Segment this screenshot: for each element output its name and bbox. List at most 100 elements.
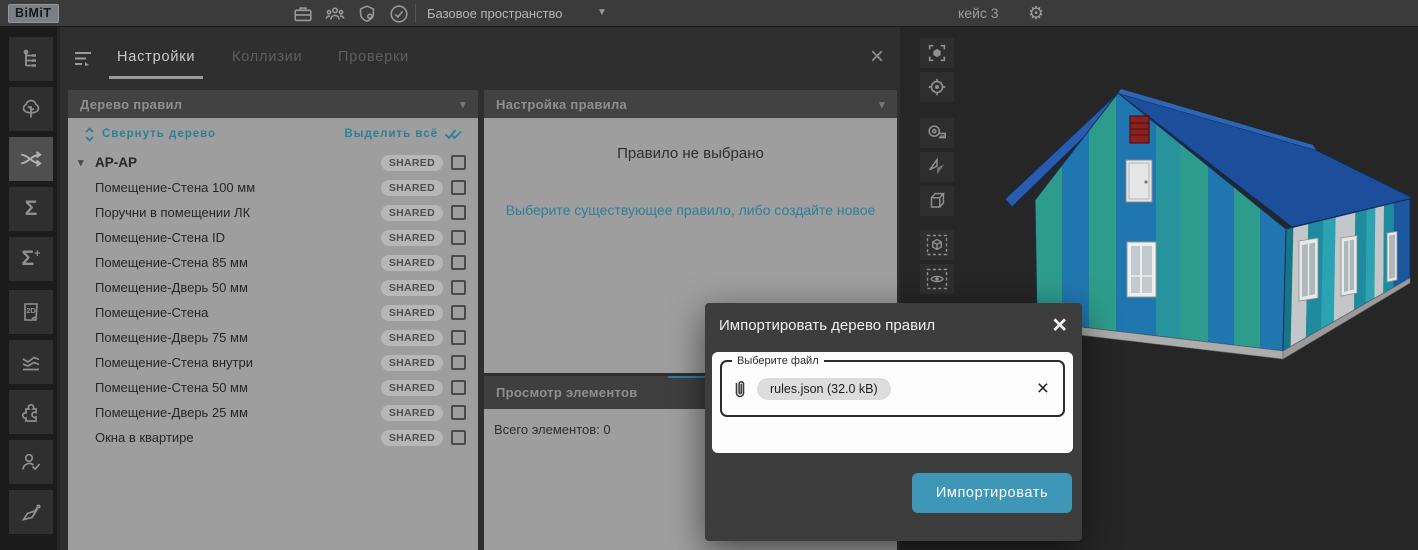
collapse-tree-button[interactable]: Свернуть дерево (102, 128, 216, 140)
workspace-selector[interactable]: Базовое пространство (427, 6, 563, 21)
file-input-field[interactable]: Выберите файл rules.json (32.0 kB) × (720, 360, 1065, 417)
item-checkbox[interactable] (451, 430, 466, 445)
shared-badge: SHARED (381, 380, 443, 396)
item-checkbox[interactable] (451, 255, 466, 270)
item-checkbox[interactable] (451, 330, 466, 345)
briefcase-icon[interactable] (292, 3, 314, 25)
section-box-button[interactable] (920, 186, 954, 216)
elements-total-label: Всего элементов: 0 (494, 422, 611, 437)
tree-item-label: Помещение-Стена 100 мм (95, 180, 255, 195)
hierarchy-icon (19, 47, 43, 71)
section-box-icon (926, 190, 948, 212)
dialog-close-icon[interactable]: × (1052, 311, 1067, 340)
select-all-button[interactable]: Выделить всё (344, 128, 438, 140)
paperclip-icon (732, 377, 748, 401)
item-checkbox[interactable] (451, 230, 466, 245)
tree-item-row[interactable]: Помещение-Дверь 50 ммSHARED (68, 275, 478, 300)
double-check-icon[interactable] (444, 128, 464, 141)
tree-item-row[interactable]: Помещение-Дверь 75 ммSHARED (68, 325, 478, 350)
section-plane-button[interactable] (920, 152, 954, 182)
tree-item-row[interactable]: Помещение-Стена 50 ммSHARED (68, 375, 478, 400)
item-checkbox[interactable] (451, 380, 466, 395)
rules-tree-header[interactable]: Дерево правил ▾ (68, 90, 478, 118)
sidebar-item-hierarchy[interactable] (9, 37, 53, 81)
sidebar-item-2d[interactable]: 2D (9, 290, 53, 334)
tree-item-label: Помещение-Стена внутри (95, 355, 253, 370)
sidebar-item-sigma-plus[interactable]: Σ+ (9, 237, 53, 281)
clear-file-icon[interactable]: × (1037, 379, 1049, 399)
shared-badge: SHARED (381, 180, 443, 196)
workspace-dropdown-icon[interactable]: ▼ (597, 7, 607, 18)
item-checkbox[interactable] (451, 280, 466, 295)
app-root: BiMiT Базовое пространство ▼ кейс 3 ⚙ (0, 0, 1418, 550)
sidebar-item-user-check[interactable] (9, 440, 53, 484)
tree-root-label: АР-АР (95, 155, 137, 170)
expand-caret-icon[interactable]: ▾ (78, 156, 95, 169)
shield-icon[interactable] (356, 3, 378, 25)
tab-settings[interactable]: Настройки (109, 49, 203, 79)
visibility-button[interactable] (920, 264, 954, 294)
tab-checks[interactable]: Проверки (330, 49, 417, 76)
measure-button[interactable] (920, 118, 954, 148)
visibility-eye-icon (925, 267, 949, 291)
sidebar-item-shuffle[interactable] (9, 137, 53, 181)
section-plane-icon (926, 156, 948, 178)
file-card: Выберите файл rules.json (32.0 kB) × (712, 352, 1073, 453)
sidebar-item-trowel[interactable] (9, 490, 53, 534)
item-checkbox[interactable] (451, 155, 466, 170)
tree-item-row[interactable]: Помещение-Стена IDSHARED (68, 225, 478, 250)
building-door (1126, 160, 1152, 202)
rule-empty-hint-link[interactable]: Выберите существующее правило, либо созд… (484, 202, 897, 218)
tree-item-row[interactable]: Окна в квартиреSHARED (68, 425, 478, 450)
tree-item-label: Помещение-Дверь 25 мм (95, 405, 248, 420)
tree-item-label: Помещение-Стена ID (95, 230, 225, 245)
tree-item-label: Помещение-Стена (95, 305, 208, 320)
waves-chart-icon (19, 350, 43, 374)
locate-icon (926, 76, 948, 98)
rule-settings-header[interactable]: Настройка правила ▾ (484, 90, 897, 118)
item-checkbox[interactable] (451, 355, 466, 370)
tree-item-row[interactable]: Поручни в помещении ЛКSHARED (68, 200, 478, 225)
svg-text:2D: 2D (26, 306, 36, 315)
isolate-cube-icon (925, 233, 949, 257)
item-checkbox[interactable] (451, 405, 466, 420)
tab-collisions[interactable]: Коллизии (224, 49, 310, 76)
sidebar-item-plugins[interactable] (9, 390, 53, 434)
item-checkbox[interactable] (451, 180, 466, 195)
sidebar-item-waves[interactable] (9, 340, 53, 384)
puzzle-icon (19, 400, 43, 424)
tree-item-row[interactable]: Помещение-Дверь 25 ммSHARED (68, 400, 478, 425)
file-chip[interactable]: rules.json (32.0 kB) (757, 378, 891, 400)
trowel-icon (19, 500, 43, 524)
collapse-caret-icon[interactable]: ▾ (460, 98, 466, 111)
item-checkbox[interactable] (451, 305, 466, 320)
close-icon[interactable]: × (870, 45, 884, 69)
import-button[interactable]: Импортировать (912, 473, 1072, 513)
check-circle-icon[interactable] (388, 3, 410, 25)
team-icon[interactable] (324, 3, 346, 25)
collapse-caret-icon[interactable]: ▾ (879, 98, 885, 111)
sidebar-item-sigma[interactable]: Σ (9, 187, 53, 231)
left-sidebar: Σ Σ+ 2D (0, 27, 57, 550)
panel-menu-icon[interactable] (73, 49, 95, 69)
case-label: кейс 3 (958, 5, 999, 21)
tree-item-row[interactable]: Помещение-СтенаSHARED (68, 300, 478, 325)
isolate-button[interactable] (920, 230, 954, 260)
rules-tree-panel: Дерево правил ▾ Свернуть дерево Выделить… (68, 90, 478, 550)
tree-item-label: Окна в квартире (95, 430, 194, 445)
locate-button[interactable] (920, 72, 954, 102)
tree-item-label: Помещение-Дверь 50 мм (95, 280, 248, 295)
gear-icon[interactable]: ⚙ (1028, 1, 1044, 26)
tree-root-row[interactable]: ▾ АР-АР SHARED (68, 150, 478, 175)
tree-item-row[interactable]: Помещение-Стена 85 ммSHARED (68, 250, 478, 275)
app-logo: BiMiT (8, 4, 59, 23)
zoom-fit-button[interactable] (920, 38, 954, 68)
shared-badge: SHARED (381, 155, 443, 171)
tree-item-row[interactable]: Помещение-Стена 100 мм SHARED (68, 175, 478, 200)
import-rules-dialog: Импортировать дерево правил × Выберите ф… (705, 303, 1082, 541)
item-checkbox[interactable] (451, 205, 466, 220)
tree-item-row[interactable]: Помещение-Стена внутриSHARED (68, 350, 478, 375)
sidebar-item-tree[interactable] (9, 87, 53, 131)
zoom-fit-icon (926, 42, 948, 64)
tabs-row: Настройки Коллизии Проверки × (60, 27, 900, 90)
